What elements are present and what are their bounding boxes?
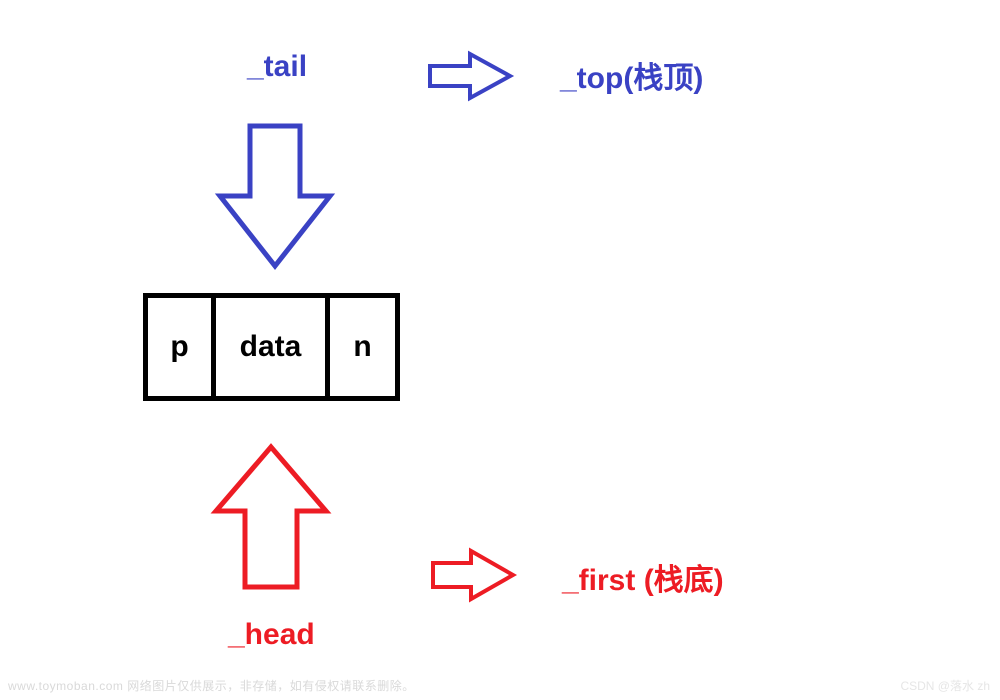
- top-label: _top(栈顶): [560, 53, 703, 97]
- first-label: _first (栈底): [562, 555, 724, 599]
- arrow-tail-down: [205, 116, 345, 276]
- footer-left-watermark: www.toymoban.com 网络图片仅供展示，非存储，如有侵权请联系删除。: [8, 677, 415, 694]
- head-label: _head: [228, 618, 315, 652]
- node-prev-cell: p: [148, 298, 216, 396]
- tail-label: _tail: [247, 50, 307, 84]
- arrow-head-to-first: [423, 543, 523, 607]
- node-next-cell: n: [330, 298, 395, 396]
- arrow-head-up: [201, 437, 341, 597]
- list-node: p data n: [143, 293, 400, 401]
- arrow-tail-to-top: [420, 44, 520, 104]
- node-data-cell: data: [216, 298, 330, 396]
- footer-right-watermark: CSDN @落水 zh: [900, 677, 990, 694]
